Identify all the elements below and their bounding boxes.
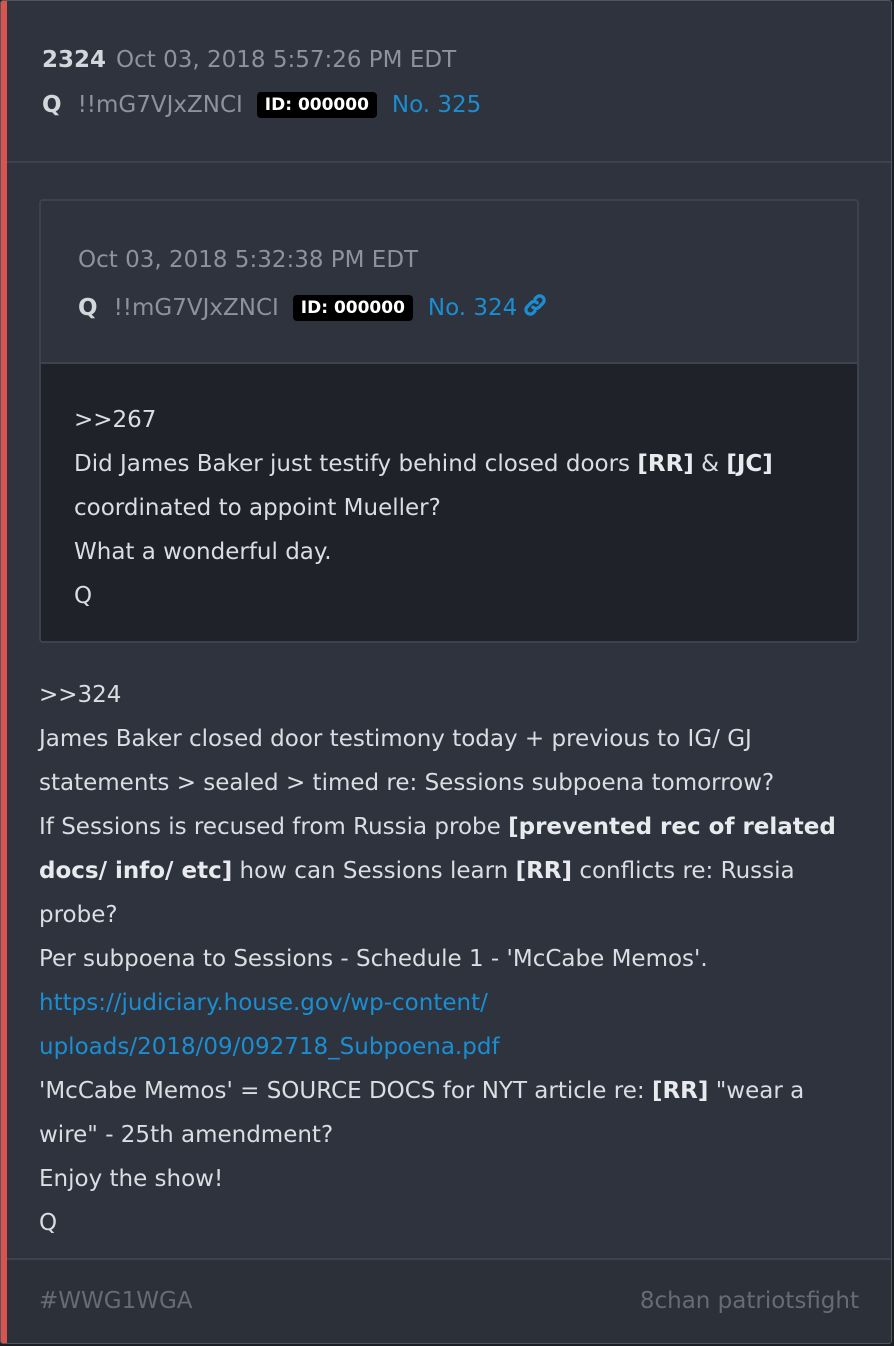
- accent-bar: [1, 1, 7, 1343]
- post-date: Oct 03, 2018 5:57:26 PM EDT: [116, 47, 457, 73]
- quoted-header: Oct 03, 2018 5:32:38 PM EDT Q !!mG7VJxZN…: [41, 201, 857, 364]
- source-label: 8chan patriotsfight: [639, 1288, 859, 1314]
- post-footer: #WWG1WGA 8chan patriotsfight: [7, 1258, 891, 1343]
- quoted-date: Oct 03, 2018 5:32:38 PM EDT: [78, 247, 419, 273]
- post-number: 2324: [42, 47, 107, 73]
- id-badge: ID: 000000: [256, 92, 377, 118]
- quoted-author-line: Q !!mG7VJxZNCI ID: 000000 No. 324: [78, 292, 548, 324]
- body-line: James Baker closed door testimony today …: [39, 726, 752, 752]
- body-line: Per subpoena to Sessions - Schedule 1 - …: [39, 946, 708, 972]
- subpoena-link-line1[interactable]: https://judiciary.house.gov/wp-content/: [39, 981, 869, 1025]
- body-line: 'McCabe Memos' = SOURCE DOCS for NYT art…: [39, 1078, 805, 1104]
- quoted-line: coordinated to appoint Mueller?: [74, 495, 441, 521]
- quoted-tripcode: !!mG7VJxZNCI: [113, 295, 279, 321]
- post-body: >>324 James Baker closed door testimony …: [39, 673, 869, 1245]
- post-author-line: Q !!mG7VJxZNCI ID: 000000 No. 325: [42, 92, 481, 118]
- post-meta: 2324 Oct 03, 2018 5:57:26 PM EDT: [42, 47, 456, 73]
- quoted-line: >>267: [74, 407, 157, 433]
- body-line: wire" - 25th amendment?: [39, 1122, 334, 1148]
- tripcode: !!mG7VJxZNCI: [77, 92, 243, 118]
- body-line: statements > sealed > timed re: Sessions…: [39, 770, 775, 796]
- body-line: If Sessions is recused from Russia probe…: [39, 814, 836, 840]
- body-line: docs/ info/ etc] how can Sessions learn …: [39, 858, 795, 884]
- body-line: Q: [39, 1210, 58, 1236]
- hashtag: #WWG1WGA: [39, 1288, 193, 1314]
- post-header: 2324 Oct 03, 2018 5:57:26 PM EDT Q !!mG7V…: [7, 1, 891, 163]
- quoted-post-number-link[interactable]: No. 324: [428, 295, 517, 321]
- link-icon[interactable]: [522, 292, 548, 324]
- post-number-link[interactable]: No. 325: [392, 92, 481, 118]
- post-card: 2324 Oct 03, 2018 5:57:26 PM EDT Q !!mG7V…: [0, 0, 892, 1344]
- quoted-line: Q: [74, 583, 93, 609]
- subpoena-link-line2[interactable]: uploads/2018/09/092718_Subpoena.pdf: [39, 1025, 869, 1069]
- body-line: Enjoy the show!: [39, 1166, 224, 1192]
- quoted-id-badge: ID: 000000: [292, 295, 413, 321]
- quoted-line: What a wonderful day.: [74, 539, 332, 565]
- quoted-meta: Oct 03, 2018 5:32:38 PM EDT: [78, 247, 418, 273]
- quoted-post: Oct 03, 2018 5:32:38 PM EDT Q !!mG7VJxZN…: [39, 199, 859, 643]
- body-line: >>324: [39, 682, 122, 708]
- quoted-author-name: Q: [78, 295, 98, 321]
- body-line: probe?: [39, 902, 118, 928]
- author-name: Q: [42, 92, 62, 118]
- quoted-line: Did James Baker just testify behind clos…: [74, 451, 773, 477]
- quoted-body: >>267 Did James Baker just testify behin…: [41, 364, 857, 641]
